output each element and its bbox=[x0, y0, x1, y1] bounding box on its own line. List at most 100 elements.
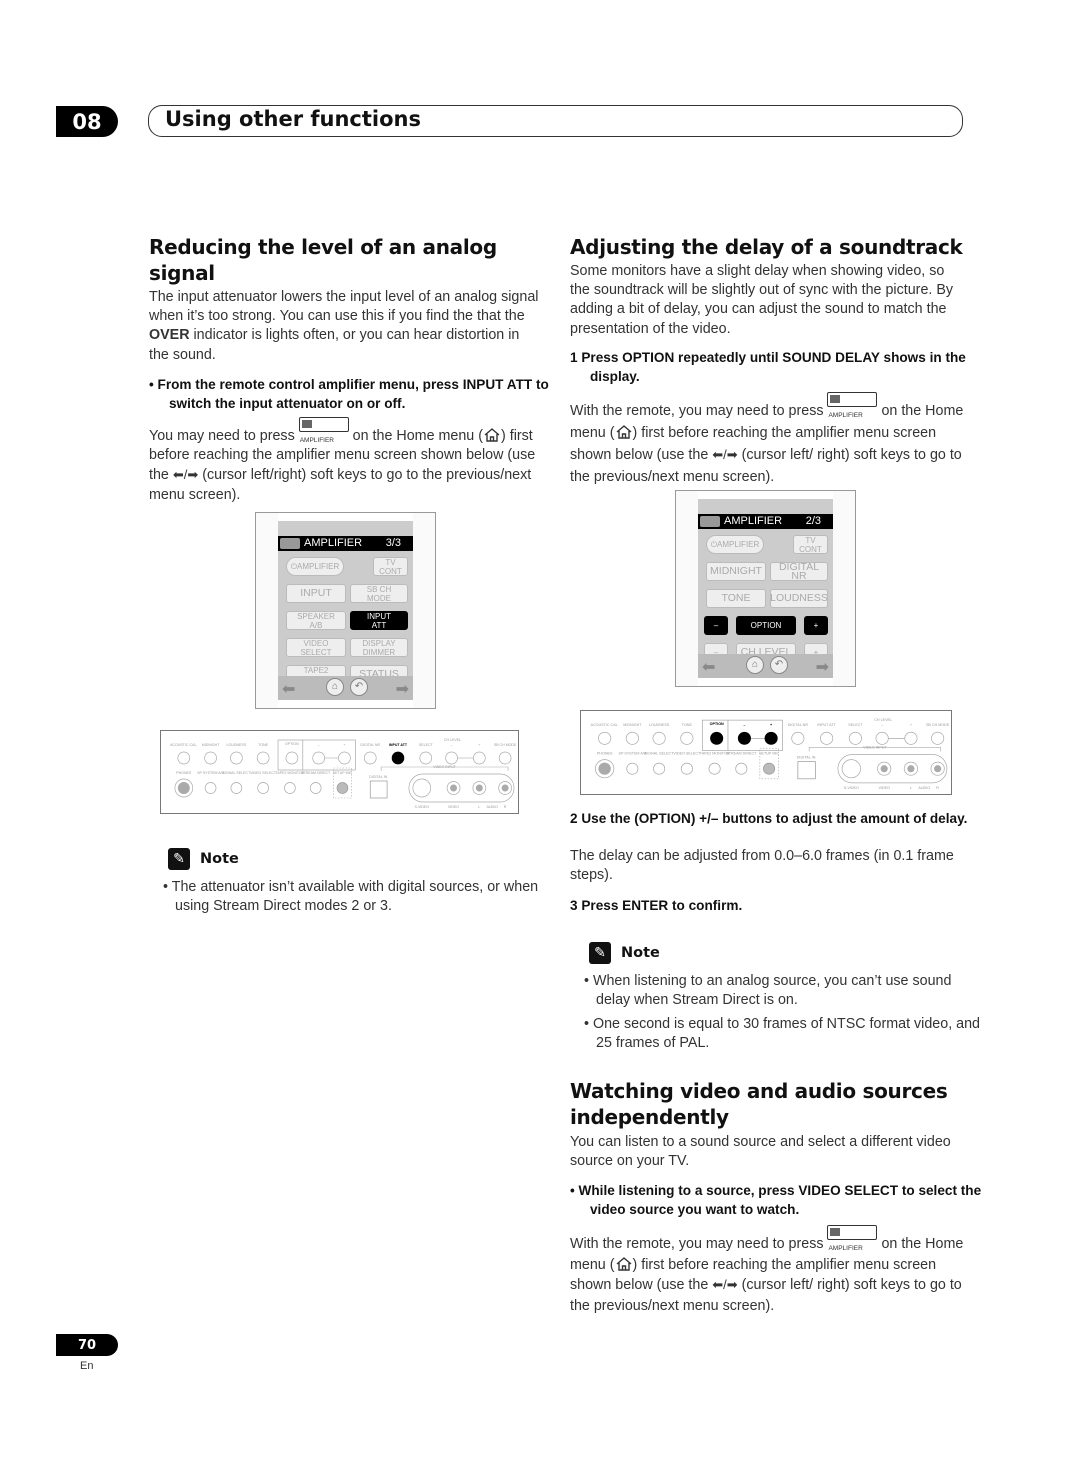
rca-jack-center bbox=[475, 784, 483, 792]
panel-label: STREAM DIRECT bbox=[301, 771, 331, 775]
panel-button bbox=[652, 731, 666, 745]
panel-button bbox=[473, 751, 486, 765]
remote-button[interactable]: SPEAKER A/B bbox=[286, 611, 346, 630]
note-icon: ✎ bbox=[168, 848, 190, 870]
analog-intro: The input attenuator lowers the input le… bbox=[149, 288, 541, 365]
chapter-title-bar: Using other functions bbox=[148, 105, 963, 137]
phones-jack-center bbox=[598, 762, 611, 775]
note-title: Note bbox=[200, 851, 239, 867]
panel-label: DIGITAL IN bbox=[797, 756, 816, 760]
remote-button[interactable]: LOUDNESS bbox=[770, 589, 828, 608]
arrow-right-icon[interactable]: ➡ bbox=[396, 679, 409, 699]
panel-label: DIGITAL NR bbox=[788, 723, 809, 727]
arrow-left-icon[interactable]: ⬅ bbox=[702, 657, 715, 677]
remote-button[interactable]: TV CONT bbox=[793, 535, 828, 554]
panel-label: ACOUSTIC CAL. bbox=[591, 723, 619, 727]
panel-button bbox=[230, 751, 243, 765]
delay-step-2: 2 Use the (OPTION) +/– buttons to adjust… bbox=[570, 811, 968, 826]
note-text: When listening to an analog source, you … bbox=[592, 973, 952, 1009]
remote-button[interactable]: ⏻AMPLIFIER bbox=[286, 557, 344, 576]
text-run: (cursor left/right) soft keys to go to t… bbox=[149, 467, 532, 503]
panel-label: SIGNAL SELECT bbox=[645, 752, 675, 756]
remote-title-bar: AMPLIFIER 2/3 bbox=[698, 514, 833, 529]
jack-label: R bbox=[936, 786, 939, 790]
panel-button bbox=[791, 731, 805, 745]
text-run: indicator is lights often, or you can he… bbox=[149, 327, 520, 363]
remote-button[interactable]: DISPLAY DIMMER bbox=[350, 638, 408, 657]
remote-button[interactable]: TONE bbox=[706, 589, 766, 608]
remote-button[interactable]: SB CH MODE bbox=[350, 584, 408, 603]
panel-button bbox=[498, 751, 512, 765]
amplifier-icon-label: AMPLIFIER bbox=[828, 1245, 863, 1252]
jack-label: VIDEO bbox=[878, 786, 890, 790]
remote-button[interactable]: OPTION bbox=[736, 616, 796, 635]
amplifier-button-icon: AMPLIFIER bbox=[298, 417, 349, 444]
panel-button bbox=[312, 751, 325, 765]
panel-button bbox=[931, 731, 945, 745]
text-run: With the remote, you may need to press bbox=[570, 1236, 828, 1252]
panel-label: LOUDNESS bbox=[227, 743, 247, 747]
panel-label: SB CH MODE bbox=[926, 723, 950, 727]
text-run: You may need to press bbox=[149, 428, 299, 444]
panel-button bbox=[419, 751, 433, 765]
panel-svg: ACOUSTIC CAL. MIDNIGHT LOUDNESS TONE OPTION –… bbox=[591, 718, 950, 790]
remote-frame-left bbox=[676, 491, 698, 686]
panel-button bbox=[598, 731, 612, 745]
ch-level-label: CH LEVEL bbox=[444, 738, 461, 742]
cursor-left-right-icon: ⬅/➡ bbox=[712, 1277, 738, 1292]
home-icon[interactable]: ⌂ bbox=[746, 656, 764, 674]
front-panel-diagram: ACOUSTIC CAL. MIDNIGHT LOUDNESS TONE OPTION –… bbox=[160, 730, 519, 814]
section-heading-delay: Adjusting the delay of a soundtrack bbox=[570, 235, 963, 259]
panel-button bbox=[309, 782, 322, 794]
remote-button[interactable]: ⏻AMPLIFIER bbox=[706, 535, 764, 554]
panel-label: SIGNAL SELECT bbox=[222, 771, 251, 775]
note-item: • One second is equal to 30 frames of NT… bbox=[584, 1016, 980, 1052]
panel-label: ACOUSTIC CAL. bbox=[170, 743, 197, 747]
rca-jack-center bbox=[501, 784, 509, 792]
remote-button[interactable]: MIDNIGHT bbox=[706, 562, 766, 581]
note-text: One second is equal to 30 frames of NTSC… bbox=[592, 1016, 980, 1052]
panel-button bbox=[848, 731, 862, 745]
mic-jack bbox=[763, 762, 776, 775]
back-icon[interactable]: ↶ bbox=[350, 678, 368, 696]
home-icon[interactable]: ⌂ bbox=[326, 678, 344, 696]
panel-button bbox=[737, 731, 751, 745]
remote-page: 2/3 bbox=[805, 515, 821, 527]
arrow-left-icon[interactable]: ⬅ bbox=[282, 679, 295, 699]
panel-button bbox=[363, 751, 377, 765]
note-text: The attenuator isn’t available with digi… bbox=[171, 879, 539, 915]
panel-button bbox=[445, 751, 458, 765]
analog-step: • From the remote control amplifier menu… bbox=[149, 377, 549, 411]
note-heading: ✎ Note bbox=[589, 942, 660, 964]
remote-frame-left bbox=[256, 513, 278, 708]
remote-button[interactable]: TV CONT bbox=[373, 557, 408, 576]
remote-button[interactable]: VIDEO SELECT bbox=[286, 638, 346, 657]
digital-in-port bbox=[369, 780, 388, 799]
cursor-left-right-icon: ⬅/➡ bbox=[172, 467, 199, 483]
delay-instruction: With the remote, you may need to press A… bbox=[570, 392, 965, 488]
note-heading: ✎ Note bbox=[168, 848, 239, 870]
panel-label: DIGITAL IN bbox=[369, 775, 387, 779]
back-icon[interactable]: ↶ bbox=[770, 656, 788, 674]
remote-button[interactable]: INPUT bbox=[286, 584, 346, 603]
remote-button[interactable]: DIGITAL NR bbox=[770, 561, 828, 581]
panel-label: SP SYSTEM A/B bbox=[618, 752, 646, 756]
digital-in-port bbox=[797, 761, 816, 780]
delay-step-3: 3 Press ENTER to confirm. bbox=[570, 898, 743, 913]
remote-icon bbox=[830, 1228, 841, 1236]
remote-icon bbox=[301, 420, 312, 428]
jack-label: R bbox=[504, 805, 507, 809]
s-video-jack bbox=[841, 759, 861, 779]
jack-label: L bbox=[910, 786, 912, 790]
panel-label: SB CH MODE bbox=[494, 743, 517, 747]
panel-label: PHONES bbox=[597, 752, 613, 756]
arrow-right-icon[interactable]: ➡ bbox=[816, 657, 829, 677]
panel-label: INPUT ATT bbox=[389, 743, 408, 747]
remote-button[interactable]: – bbox=[704, 616, 728, 635]
remote-button[interactable]: INPUT ATT bbox=[350, 611, 408, 630]
panel-button bbox=[710, 731, 724, 745]
s-video-jack bbox=[412, 778, 432, 798]
remote-screen-amplifier-2-3: AMPLIFIER 2/3 ⏻AMPLIFIER TV CONT MIDNIGHT DIG… bbox=[675, 490, 856, 687]
remote-button[interactable]: + bbox=[804, 616, 828, 635]
panel-label: PHONES bbox=[176, 771, 192, 775]
